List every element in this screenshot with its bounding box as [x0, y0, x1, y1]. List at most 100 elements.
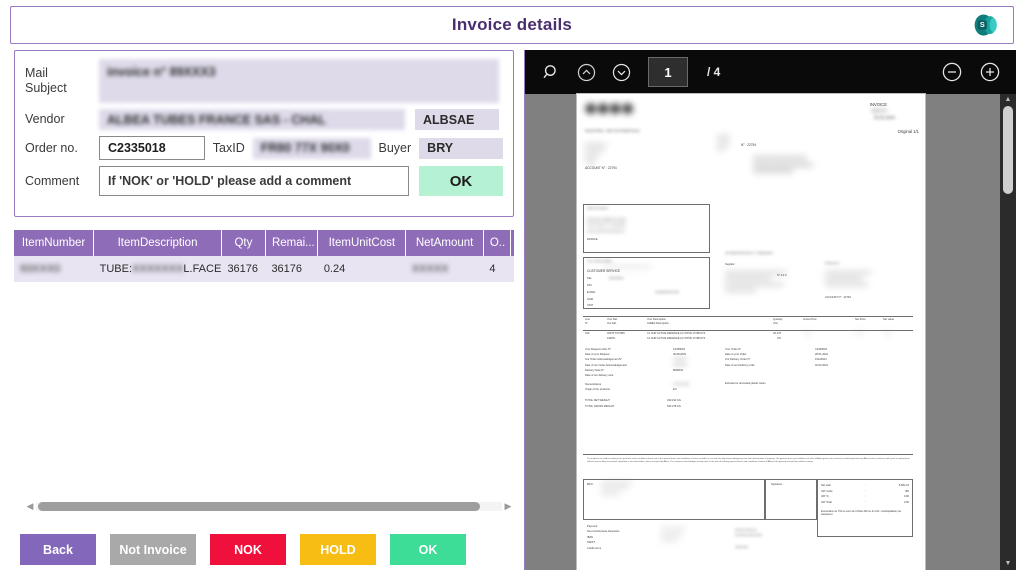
pdf-contact-email-label: E-MAIL [587, 291, 596, 294]
page-number-input[interactable]: 1 [648, 57, 688, 87]
col-item-unit-cost[interactable]: ItemUnitCost [317, 230, 407, 256]
cell-net-amount: XXXXX [405, 256, 484, 282]
pdf-desc-2: CL SUR ACTIVE DEFENCE FC 97P30 17/38X170 [647, 337, 706, 340]
comment-input[interactable]: If 'NOK' or 'HOLD' please add a comment [99, 166, 409, 196]
pdf-mfg-redacted: XXXXXXXXXXXX XXXXXXXXXX XXXXXXX [601, 480, 634, 496]
zoom-in-circle-icon[interactable] [978, 60, 1002, 84]
pdf-weight-labels: TOTAL NET WEIGHT TOTAL GROSS WEIGHT [585, 399, 615, 408]
pdf-quantity-unit: UN [777, 337, 781, 340]
pdf-delivered-to-title: Delivered to : [825, 262, 841, 265]
pdf-our-ref: 16487L [607, 337, 616, 340]
pdf-supplier-no: N° 4.0.0. [777, 274, 788, 277]
pdf-canvas[interactable]: ◉◉◉◉ INVOICE 896XXX 02.02.2024 Original … [525, 94, 1001, 570]
col-net-amount[interactable]: NetAmount [405, 230, 484, 256]
scroll-down-arrow-icon[interactable]: ▼ [1004, 560, 1012, 568]
pdf-net-price-redacted: XXXXX [855, 332, 864, 335]
pdf-left-address: XXXXXXXXXX XXXXXXXXX XXXXXX XXXXX [585, 143, 607, 165]
vendor-label: Vendor [25, 112, 65, 126]
pdf-supplier-redacted: XXXXXXXXXXXXXXXXXXXX XXXXXXXXXXXXXXX XXXXX… [725, 270, 787, 293]
pdf-line-no: 010 [585, 332, 590, 335]
svg-text:S: S [980, 20, 985, 29]
pdf-th-desc: Your Description ALBEA Description [647, 318, 669, 325]
search-icon[interactable] [539, 60, 563, 84]
pdf-agent-no: N° : 22794 [741, 143, 757, 147]
cell-prom-do: 1/19/2024 [510, 256, 514, 282]
pdf-th-net: Net Price [855, 318, 866, 321]
pdf-registered-line: REGISTRED : SER 310 RENEPOULD [585, 129, 640, 133]
scroll-right-arrow-icon[interactable]: ▶ [502, 501, 514, 512]
col-qty[interactable]: Qty [221, 230, 266, 256]
order-taxid-buyer-row: Order no. C2335018 TaxID FR80 77X 90X0 B… [25, 136, 504, 160]
pdf-page-1: ◉◉◉◉ INVOICE 896XXX 02.02.2024 Original … [577, 94, 925, 570]
pdf-terms-paragraph: Our products are sold according to the p… [587, 458, 910, 464]
not-invoice-button[interactable]: Not Invoice [110, 534, 196, 565]
vendor-row: Vendor ALBEA TUBES FRANCE SAS - CHAL ALB… [25, 109, 503, 130]
order-no-label: Order no. [25, 140, 78, 155]
window-title-bar: Invoice details S [10, 6, 1014, 44]
col-remaining[interactable]: Remai... [265, 230, 319, 256]
col-o[interactable]: O.. [483, 230, 512, 256]
chevron-down-circle-icon[interactable] [609, 60, 633, 84]
pdf-supplier-label: Supplier : [725, 263, 736, 266]
nok-button[interactable]: NOK [210, 534, 286, 565]
pdf-origin-note: Extruded or laminated plastic tubes [725, 382, 766, 385]
zoom-out-circle-icon[interactable] [940, 60, 964, 84]
pdf-credit-terms-value: XXXX-XXX [735, 546, 748, 549]
pdf-viewer: 1 / 4 ◉◉◉◉ INVOICE 896XXX 02.02.2024 Ori… [524, 50, 1016, 570]
comment-ok-button[interactable]: OK [419, 166, 503, 196]
grid-horizontal-scrollbar[interactable]: ◀ ▶ [24, 498, 514, 514]
back-button[interactable]: Back [20, 534, 96, 565]
cell-item-unit-cost: 0.24 [317, 256, 406, 282]
pdf-vat-line: VAT IDENTIFICATION N° : FLB50100072 [725, 252, 773, 255]
pdf-totals-labels: Net total VAT Code VAT % VAT Total [821, 484, 833, 504]
tax-id-value: FR80 77X 90X0 [252, 137, 371, 159]
col-item-number[interactable]: ItemNumber [14, 230, 95, 256]
pdf-th-value: Net value [883, 318, 894, 321]
cell-qty: 36176 [221, 256, 266, 282]
pdf-desc-1: CL SUR ACTIVE DEFENCE FC 97P30 17/38X170 [647, 332, 706, 335]
col-item-description[interactable]: ItemDescription [93, 230, 222, 256]
scroll-left-arrow-icon[interactable]: ◀ [24, 501, 36, 512]
page-title: Invoice details [451, 15, 573, 34]
cell-item-number: 93XXX0 [14, 256, 94, 282]
pdf-contact-tel: 0040 0R62X [609, 277, 624, 280]
pdf-nomenclature-values: XXXXXX7300 EU [673, 383, 690, 392]
vendor-value: ALBEA TUBES FRANCE SAS - CHAL [99, 109, 405, 130]
pdf-vat-note: Exonération de TVA en vertu de l'Article… [821, 510, 902, 517]
scroll-thumb[interactable] [38, 501, 480, 511]
ok-button[interactable]: OK [390, 534, 466, 565]
pdf-original-marker: Original 1/1 [897, 129, 919, 134]
pdf-vertical-scrollbar[interactable]: ▲ ▼ [1000, 94, 1016, 570]
pdf-net-value-redacted: XXXXX [883, 332, 892, 335]
pdf-account-no-1: ACCOUNT N° : 22794 [585, 166, 617, 170]
pdf-totals-colons: :::: [865, 484, 866, 504]
pdf-shipment-company: XXXXXXX JRBS XXX SAS [587, 218, 626, 222]
invoice-header-form: Mail Subject invoice n° 89XXX3 Vendor AL… [14, 50, 514, 217]
col-prom-do[interactable]: PromDo [510, 230, 514, 256]
pdf-totals-values: 8.682.24 BR 0.00 0.00 [898, 484, 909, 504]
pdf-mfg-label: MFG: [587, 483, 594, 486]
pdf-ref-values-right: C2335018 28.01.2024 16124924 02.02.2024 [815, 348, 828, 367]
pdf-logo: ◉◉◉◉ [585, 100, 635, 115]
pdf-invoice-date: 02.02.2024 [874, 115, 895, 120]
hold-button[interactable]: HOLD [300, 534, 376, 565]
pdf-ref-labels-right: Your Order N° Date of your Order Our Del… [725, 348, 755, 367]
pdf-th-qty: Quantity Unit [773, 318, 783, 325]
scroll-track[interactable] [36, 501, 502, 511]
table-row[interactable]: 93XXX0 TUBE:XXXXXXXL.FACE SU... 36176 36… [14, 256, 514, 282]
pdf-shipment-street: XX XXX RUE XX - 02-CHAROTE [587, 224, 626, 227]
page-total-label: / 4 [707, 65, 721, 79]
grid-header-row: ItemNumber ItemDescription Qty Remai... … [14, 230, 514, 256]
chevron-up-circle-icon[interactable] [574, 60, 598, 84]
invoice-review-app: Invoice details S Mail Subject invoice n… [0, 0, 1024, 576]
pdf-shipment-title: Shipment address : [587, 207, 610, 210]
scroll-up-arrow-icon[interactable]: ▲ [1004, 96, 1012, 104]
cell-item-description: TUBE:XXXXXXXL.FACE SU... [93, 256, 222, 282]
order-no-input[interactable]: C2335018 [99, 136, 205, 160]
pdf-nomenclature-labels: Nomenclature Origin of the products [585, 383, 610, 392]
line-items-grid[interactable]: ItemNumber ItemDescription Qty Remai... … [14, 230, 514, 282]
cell-remaining: 36176 [265, 256, 318, 282]
pdf-scroll-thumb[interactable] [1003, 106, 1013, 194]
pdf-payment-redacted: XXXXXXXXX XXXXXXXX XXXXXX [661, 526, 686, 543]
comment-label: Comment [25, 173, 80, 188]
